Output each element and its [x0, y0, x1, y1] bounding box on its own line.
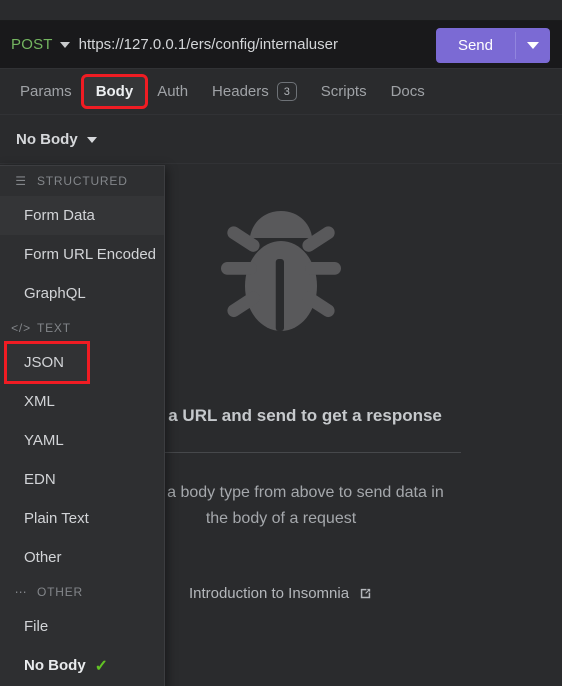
tab-scripts[interactable]: Scripts — [309, 77, 379, 106]
menu-item-file[interactable]: File — [0, 607, 164, 646]
external-link-icon — [360, 588, 371, 598]
menu-item-file-label: File — [24, 618, 49, 635]
menu-item-form-url-encoded[interactable]: Form URL Encoded — [0, 235, 164, 274]
window-top-strip — [0, 0, 562, 21]
introduction-to-insomnia-link[interactable]: Introduction to Insomnia — [189, 585, 373, 602]
menu-item-json-label: JSON — [24, 354, 65, 371]
menu-item-xml[interactable]: XML — [0, 382, 164, 421]
menu-item-form-data[interactable]: Form Data — [0, 196, 164, 235]
tab-headers[interactable]: Headers 3 — [200, 76, 309, 107]
send-chevron-down-icon — [527, 42, 539, 49]
empty-state-subtitle: Select a body type from above to send da… — [118, 484, 444, 528]
method-chevron-down-icon[interactable] — [59, 41, 70, 48]
tab-docs[interactable]: Docs — [379, 77, 437, 106]
menu-item-form-url-encoded-label: Form URL Encoded — [24, 246, 156, 263]
menu-item-xml-label: XML — [24, 393, 55, 410]
tab-params[interactable]: Params — [8, 77, 84, 106]
tab-headers-label: Headers — [212, 83, 269, 100]
body-type-dropdown-label[interactable]: No Body — [16, 131, 78, 148]
request-url-bar: POST https://127.0.0.1/ers/config/intern… — [0, 21, 562, 69]
menu-item-yaml-label: YAML — [24, 432, 64, 449]
body-type-selector-row: No Body — [0, 116, 562, 164]
menu-section-other: ⋯ OTHER — [0, 577, 164, 607]
tab-auth[interactable]: Auth — [145, 77, 200, 106]
menu-item-form-data-label: Form Data — [24, 207, 95, 224]
tab-body[interactable]: Body — [80, 74, 149, 109]
check-icon: ✓ — [94, 657, 109, 675]
menu-item-edn-label: EDN — [24, 471, 56, 488]
headers-count-badge: 3 — [276, 82, 297, 101]
menu-item-plain-text-label: Plain Text — [24, 510, 89, 527]
tab-params-label: Params — [20, 83, 72, 100]
menu-item-json[interactable]: JSON — [4, 341, 90, 384]
menu-item-other[interactable]: Other — [0, 538, 164, 577]
empty-state-title: Enter a URL and send to get a response — [120, 406, 442, 425]
code-icon: </> — [11, 321, 31, 335]
menu-section-structured-label: STRUCTURED — [37, 174, 128, 188]
insomnia-request-pane: POST https://127.0.0.1/ers/config/intern… — [0, 0, 562, 686]
menu-item-plain-text[interactable]: Plain Text — [0, 499, 164, 538]
menu-item-edn[interactable]: EDN — [0, 460, 164, 499]
menu-section-text-label: TEXT — [37, 321, 71, 335]
menu-item-graphql-label: GraphQL — [24, 285, 86, 302]
http-method-label[interactable]: POST — [11, 36, 53, 53]
menu-item-yaml[interactable]: YAML — [0, 421, 164, 460]
request-tab-bar: Params Body Auth Headers 3 Scripts Docs — [0, 69, 562, 115]
tab-body-label: Body — [95, 83, 134, 100]
menu-item-graphql[interactable]: GraphQL — [0, 274, 164, 313]
menu-section-text: </> TEXT — [0, 313, 164, 343]
doc-link-label: Introduction to Insomnia — [188, 584, 350, 602]
menu-section-structured: ☰ STRUCTURED — [0, 166, 164, 196]
ellipsis-icon: ⋯ — [14, 585, 28, 599]
send-dropdown-button[interactable] — [516, 28, 550, 63]
tab-docs-label: Docs — [390, 83, 425, 100]
insomnia-bug-icon — [221, 211, 341, 331]
menu-item-other-label: Other — [24, 549, 62, 566]
tab-auth-label: Auth — [157, 83, 189, 100]
menu-item-no-body[interactable]: No Body ✓ — [0, 646, 164, 685]
body-type-dropdown-menu: ☰ STRUCTURED Form Data Form URL Encoded … — [0, 165, 165, 686]
send-button[interactable]: Send — [436, 28, 515, 63]
menu-section-other-label: OTHER — [37, 585, 83, 599]
tab-scripts-label: Scripts — [320, 83, 367, 100]
menu-item-no-body-label: No Body — [24, 657, 86, 674]
hamburger-icon: ☰ — [15, 174, 27, 188]
send-button-group: Send — [435, 28, 550, 63]
body-type-chevron-down-icon[interactable] — [86, 136, 97, 143]
